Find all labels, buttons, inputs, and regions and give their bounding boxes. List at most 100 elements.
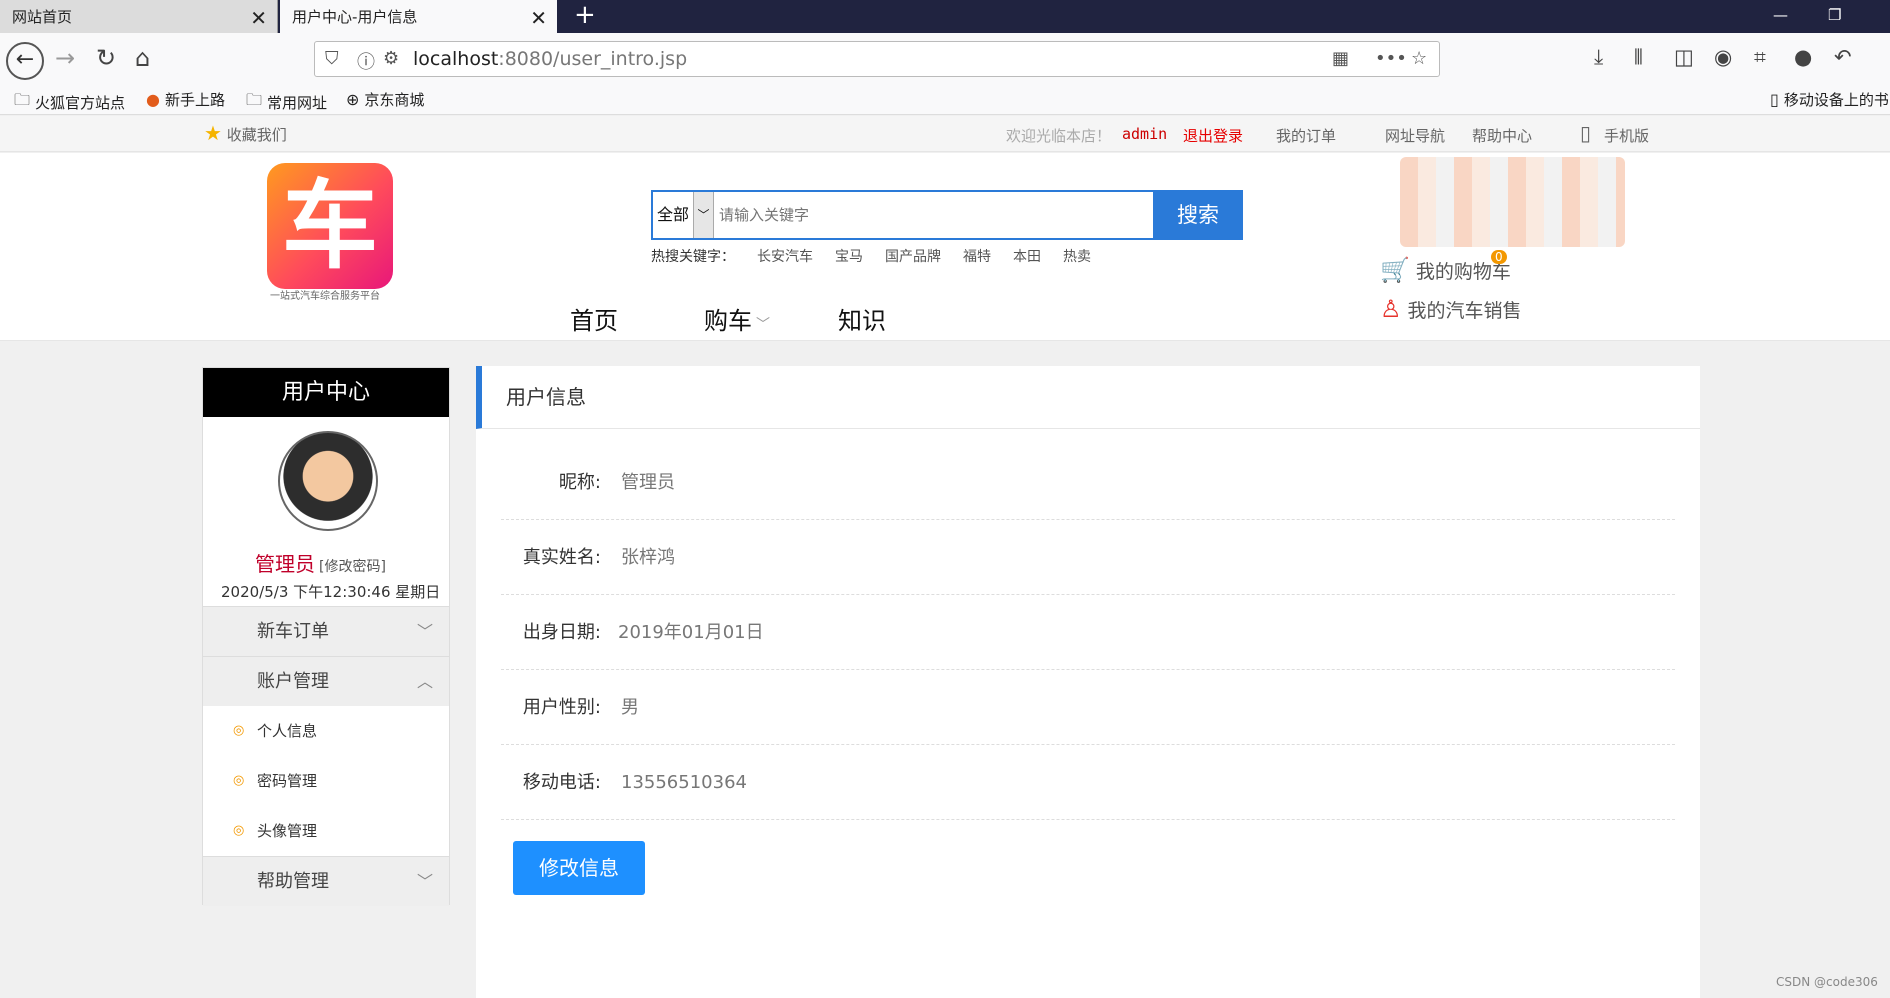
bookmark-item[interactable]: ▯ 移动设备上的书 xyxy=(1770,89,1889,110)
field-label: 出身日期: xyxy=(522,622,601,643)
sidebar-item-avatar[interactable]: ◎ 头像管理 xyxy=(203,806,449,856)
forward-icon[interactable]: → xyxy=(55,41,75,75)
field-label: 真实姓名: xyxy=(522,547,601,568)
undo-icon[interactable]: ↶ xyxy=(1834,45,1852,69)
shield-icon[interactable]: ⛉ xyxy=(325,48,339,69)
bullet-icon: ◎ xyxy=(233,773,245,788)
user-info-panel: 用户信息 昵称: 管理员 真实姓名: 张梓鸿 出身日期: 2019年01月01日 用户… xyxy=(476,366,1700,998)
chevron-up-icon: ︿ xyxy=(416,672,433,691)
field-value: 2019年01月01日 xyxy=(618,622,764,643)
edit-info-button[interactable]: 修改信息 xyxy=(513,841,645,895)
user-icon: ♙ xyxy=(1380,295,1402,323)
close-icon[interactable]: ✕ xyxy=(530,6,547,30)
info-icon[interactable]: ⓘ xyxy=(357,48,375,74)
search-button[interactable]: 搜索 xyxy=(1153,190,1243,240)
logo-subtitle: 一站式汽车综合服务平台 xyxy=(270,291,380,302)
url-text[interactable]: localhost:8080/user_intro.jsp xyxy=(413,48,687,70)
reload-icon[interactable]: ↻ xyxy=(96,41,116,75)
qr-code-icon[interactable]: ▦ xyxy=(1332,48,1349,69)
chevron-down-icon[interactable]: ﹀ xyxy=(693,192,713,238)
nav-knowledge[interactable]: 知识 xyxy=(838,301,886,336)
restore-icon[interactable]: ❐ xyxy=(1828,6,1841,24)
folder-icon: 🗀 xyxy=(14,90,31,109)
bookmark-star-icon[interactable]: ☆ xyxy=(1411,48,1427,69)
phone-icon: ▯ xyxy=(1770,90,1779,109)
sidebar-item-personal-info[interactable]: ◎ 个人信息 xyxy=(203,706,449,756)
tab-label: 网站首页 xyxy=(12,8,73,26)
screenshot-icon[interactable]: ⌗ xyxy=(1754,45,1766,70)
help-link[interactable]: 帮助中心 xyxy=(1472,125,1532,146)
user-sidebar: 用户中心 管理员 [修改密码] 2020/5/3 下午12:30:46 星期日 新… xyxy=(202,367,450,906)
address-bar[interactable]: ⛉ ⓘ ⚙ localhost:8080/user_intro.jsp ▦ ••… xyxy=(314,41,1440,77)
cart-icon: 🛒 xyxy=(1380,256,1410,284)
minimize-icon[interactable]: — xyxy=(1773,6,1788,24)
current-datetime: 2020/5/3 下午12:30:46 星期日 xyxy=(221,583,441,601)
library-icon[interactable]: ⫴ xyxy=(1634,45,1643,70)
chevron-down-icon: ﹀ xyxy=(416,872,433,891)
sidebar-title: 用户中心 xyxy=(203,368,449,417)
hot-keyword[interactable]: 长安汽车 xyxy=(757,249,813,265)
mobile-link[interactable]: 手机版 xyxy=(1604,125,1649,146)
hotline-banner xyxy=(1400,157,1625,247)
tab-user-info[interactable]: 用户中心-用户信息 ✕ xyxy=(280,0,557,33)
panel-title: 用户信息 xyxy=(476,366,1700,429)
field-label: 昵称: xyxy=(558,472,601,493)
site-nav-link[interactable]: 网址导航 xyxy=(1385,125,1445,146)
bookmark-item[interactable]: ⊕ 京东商城 xyxy=(346,89,424,110)
bookmark-item[interactable]: ● 新手上路 xyxy=(146,89,225,110)
nav-home[interactable]: 首页 xyxy=(570,301,618,336)
account-icon[interactable]: ◉ xyxy=(1714,45,1732,69)
nav-buy-car[interactable]: 购车 ﹀ xyxy=(704,301,770,336)
menu-new-car-orders[interactable]: 新车订单 ﹀ xyxy=(203,606,449,656)
info-row-mobile: 移动电话: 13556510364 xyxy=(501,745,1675,820)
watermark: CSDN @code306 xyxy=(1776,975,1878,989)
search-category-select[interactable]: 全部 ﹀ xyxy=(653,192,714,238)
permissions-icon[interactable]: ⚙ xyxy=(383,48,399,69)
hot-keyword[interactable]: 本田 xyxy=(1013,249,1041,265)
chat-icon[interactable]: ● xyxy=(1794,45,1812,69)
site-logo[interactable]: 车 xyxy=(267,163,393,289)
sidebar-item-password[interactable]: ◎ 密码管理 xyxy=(203,756,449,806)
new-tab-icon[interactable]: + xyxy=(574,0,596,30)
search-input[interactable] xyxy=(719,200,1119,230)
download-icon[interactable]: ⤓ xyxy=(1594,45,1603,70)
chevron-down-icon: ﹀ xyxy=(416,622,433,641)
field-value: 13556510364 xyxy=(621,772,747,793)
info-row-real-name: 真实姓名: 张梓鸿 xyxy=(501,520,1675,595)
bullet-icon: ◎ xyxy=(233,723,245,738)
hot-keywords-label: 热搜关键字： xyxy=(651,249,735,265)
field-value: 张梓鸿 xyxy=(621,547,675,568)
tab-home[interactable]: 网站首页 ✕ xyxy=(0,0,278,33)
home-icon[interactable]: ⌂ xyxy=(135,41,150,75)
logout-link[interactable]: 退出登录 xyxy=(1183,125,1243,146)
hot-keyword[interactable]: 福特 xyxy=(963,249,991,265)
more-icon[interactable]: ••• xyxy=(1375,48,1407,69)
back-icon[interactable]: ← xyxy=(6,42,44,80)
car-sales-link[interactable]: ♙ 我的汽车销售 xyxy=(1380,295,1522,323)
user-link[interactable]: admin xyxy=(1122,125,1167,143)
hot-keywords: 热搜关键字： 长安汽车 宝马 国产品牌 福特 本田 热卖 xyxy=(651,246,1091,266)
favorite-link[interactable]: ★ 收藏我们 xyxy=(204,121,287,145)
info-row-birth-date: 出身日期: 2019年01月01日 xyxy=(501,595,1675,670)
bookmark-item[interactable]: 🗀 火狐官方站点 xyxy=(14,89,125,116)
site-top-strip: ★ 收藏我们 欢迎光临本店！ admin 退出登录 我的订单 网址导航 帮助中心… xyxy=(0,116,1890,152)
field-value: 管理员 xyxy=(621,472,675,493)
sidebar-icon[interactable]: ◫ xyxy=(1674,45,1694,69)
hot-keyword[interactable]: 热卖 xyxy=(1063,249,1091,265)
menu-account-management[interactable]: 账户管理 ︿ xyxy=(203,656,449,706)
bookmarks-bar: 🗀 火狐官方站点 ● 新手上路 🗀 常用网址 ⊕ 京东商城 ▯ 移动设备上的书 xyxy=(0,83,1890,115)
field-label: 移动电话: xyxy=(522,772,601,793)
user-name: 管理员 [修改密码] xyxy=(255,552,386,576)
close-icon[interactable]: ✕ xyxy=(250,6,267,30)
change-password-link[interactable]: [修改密码] xyxy=(319,559,386,575)
welcome-text: 欢迎光临本店！ xyxy=(1006,127,1112,145)
bullet-icon: ◎ xyxy=(233,823,245,838)
firefox-icon: ● xyxy=(146,90,160,109)
field-value: 男 xyxy=(621,697,639,718)
orders-link[interactable]: 我的订单 xyxy=(1276,125,1336,146)
bookmark-item[interactable]: 🗀 常用网址 xyxy=(246,89,327,116)
hot-keyword[interactable]: 国产品牌 xyxy=(885,249,941,265)
avatar[interactable] xyxy=(278,431,378,531)
hot-keyword[interactable]: 宝马 xyxy=(835,249,863,265)
menu-help-management[interactable]: 帮助管理 ﹀ xyxy=(203,856,449,906)
